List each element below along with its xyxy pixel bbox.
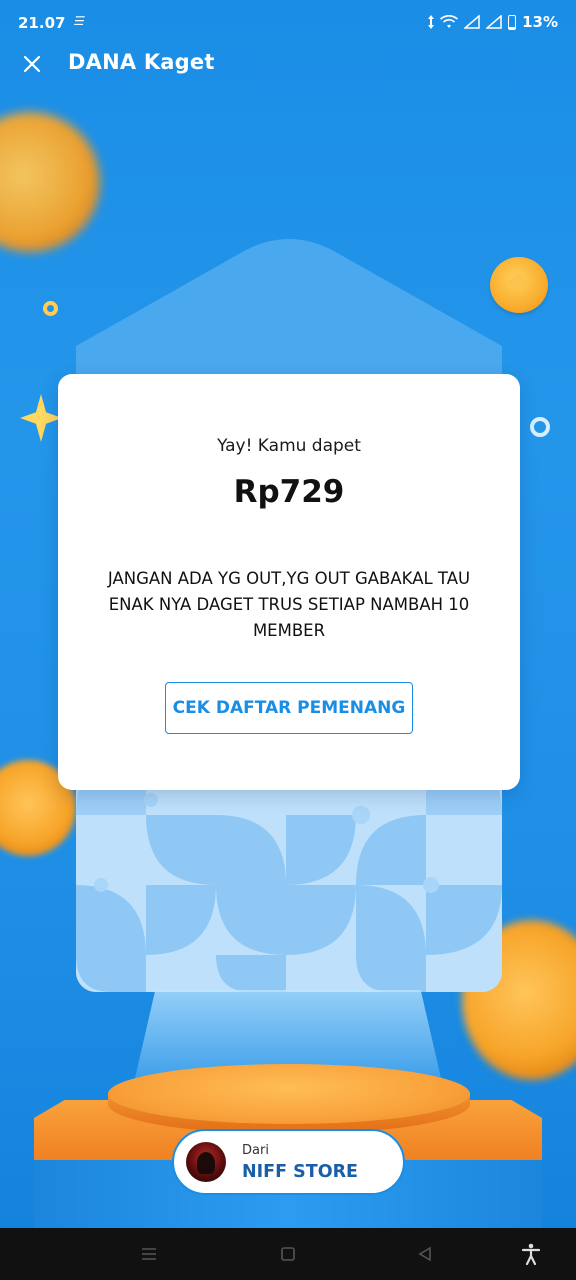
navigation-bar (0, 1228, 576, 1280)
wifi-icon (440, 15, 459, 28)
ring-decoration (43, 301, 58, 316)
podium-top (108, 1064, 470, 1124)
sender-label: Dari (242, 1143, 269, 1158)
battery-icon (508, 14, 517, 30)
flash-icon: ☰ (72, 14, 87, 28)
app-screen: 21.07 ☰ 13% DANA Kaget Yay! Kamu dapet R… (0, 0, 576, 1228)
close-button[interactable] (18, 50, 46, 78)
back-triangle-icon (418, 1246, 431, 1262)
view-winners-button[interactable]: CEK DAFTAR PEMENANG (165, 682, 413, 734)
prize-amount: Rp729 (233, 474, 345, 510)
sender-badge[interactable]: Dari NIFF STORE (172, 1129, 405, 1195)
signal-icon (464, 15, 480, 29)
coin-decoration (0, 112, 100, 252)
back-button[interactable] (412, 1241, 438, 1267)
signal-icon (486, 15, 502, 29)
home-square-icon (281, 1247, 295, 1261)
result-card: Yay! Kamu dapet Rp729 JANGAN ADA YG OUT,… (58, 374, 520, 790)
sender-name: NIFF STORE (242, 1162, 359, 1182)
menu-icon (142, 1248, 156, 1260)
battery-percent: 13% (522, 13, 558, 31)
status-time: 21.07 (18, 14, 66, 32)
status-bar: 21.07 ☰ 13% (0, 0, 576, 46)
ring-decoration (530, 417, 550, 437)
menu-button[interactable] (136, 1241, 162, 1267)
status-icons: 13% (428, 13, 558, 31)
data-arrows-icon (428, 15, 435, 29)
sparkle-icon (20, 394, 62, 442)
avatar (186, 1142, 226, 1182)
card-message: JANGAN ADA YG OUT,YG OUT GABAKAL TAU ENA… (107, 569, 471, 640)
accessibility-icon (521, 1243, 541, 1265)
accessibility-button[interactable] (518, 1241, 544, 1267)
page-title: DANA Kaget (68, 50, 215, 74)
close-icon (23, 55, 41, 73)
home-button[interactable] (275, 1241, 301, 1267)
greeting-text: Yay! Kamu dapet (217, 436, 361, 456)
app-header: DANA Kaget (0, 46, 576, 86)
